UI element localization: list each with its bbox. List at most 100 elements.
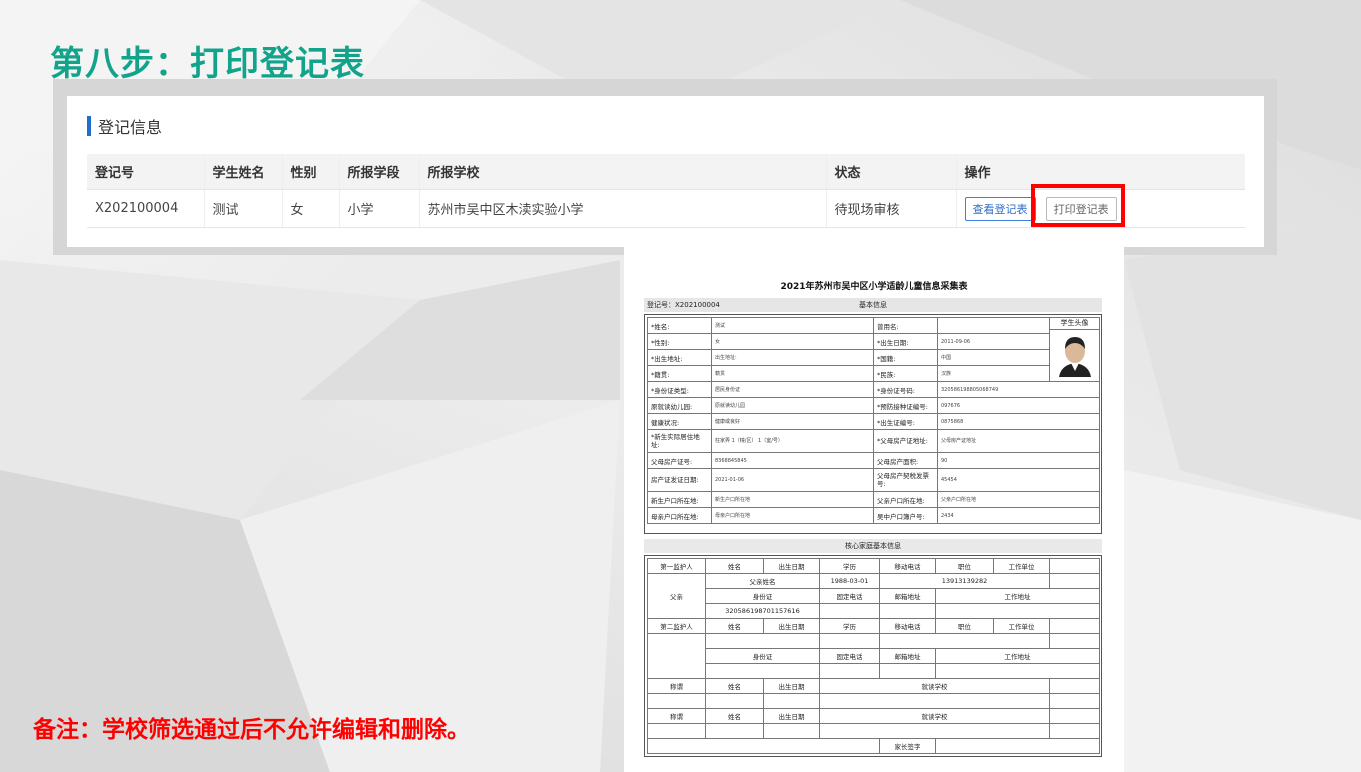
cell-stage: 小学 xyxy=(338,189,419,228)
form-title: 2021年苏州市吴中区小学适龄儿童信息采集表 xyxy=(780,282,968,292)
col-header-reg-no: 登记号 xyxy=(87,154,204,190)
value-nationality: 中国 xyxy=(937,349,1050,366)
label-id-type: *身份证类型: xyxy=(647,381,712,398)
g1-header-position: 职位 xyxy=(935,558,994,574)
cell-school: 苏州市吴中区木渎实验小学 xyxy=(418,189,826,228)
father-name: 父亲姓名 xyxy=(705,573,820,589)
value-mother-hukou: 母亲户口所在地 xyxy=(711,507,874,524)
value-kindergarten: 原就读幼儿园 xyxy=(711,397,874,414)
col-header-gender: 性别 xyxy=(281,154,339,190)
cell-reg-no: X202100004 xyxy=(87,189,204,228)
g2-header-birth: 出生日期 xyxy=(763,618,820,634)
value-gender: 女 xyxy=(711,333,874,350)
label-tax-invoice-no: 父母房产契税发票号: xyxy=(873,468,938,492)
col-header-status: 状态 xyxy=(825,154,956,190)
g1-header-guardian: 第一监护人 xyxy=(647,558,706,574)
guardian2-row-3 xyxy=(648,663,1100,679)
label-residence: *新生实际居住地址: xyxy=(647,429,712,453)
sibling1-header-row: 称谓 姓名 出生日期 就读学校 xyxy=(647,678,1100,694)
family-info-frame: 第一监护人 姓名 出生日期 学历 移动电话 职位 工作单位 父亲 父亲姓名 19… xyxy=(644,555,1102,757)
sib1-header-name: 姓名 xyxy=(705,678,764,694)
father-id: 320586198701157616 xyxy=(705,603,820,619)
father-row-2: 身份证 固定电话 邮箱地址 工作地址 xyxy=(648,588,1100,604)
label-vaccination-no: *预防接种证编号: xyxy=(873,397,938,414)
sibling1-row xyxy=(647,693,1100,709)
guardian1-header-row: 第一监护人 姓名 出生日期 学历 移动电话 职位 工作单位 xyxy=(647,558,1100,574)
value-former-name xyxy=(937,317,1050,334)
g1-header-blank xyxy=(1049,558,1100,574)
sib1-header-relation: 称谓 xyxy=(647,678,706,694)
father-label: 父亲 xyxy=(647,573,706,619)
father-row-3: 320586198701157616 xyxy=(648,603,1100,619)
family-info-bar: 核心家庭基本信息 xyxy=(644,539,1102,553)
father-row-1: 父亲 父亲姓名 1988-03-01 13913139282 xyxy=(647,573,1100,619)
value-birthplace: 出生地址: xyxy=(711,349,874,366)
label-name: *姓名: xyxy=(647,317,712,334)
signature-row: 家长签字 xyxy=(647,738,1100,754)
guardian2-row-2: 身份证 固定电话 邮箱地址 工作地址 xyxy=(648,648,1100,664)
g2-header-blank xyxy=(1049,618,1100,634)
father-sub-address: 工作地址 xyxy=(935,588,1100,604)
g2-header-guardian: 第二监护人 xyxy=(647,618,706,634)
sib2-header-school: 就读学校 xyxy=(819,708,1050,724)
basic-info-table: *姓名: 测试 曾用名: 学生头像 *性别: 女 *出生日期: 2011-09-… xyxy=(647,317,1100,524)
label-property-address: *父母房产证地址: xyxy=(873,429,938,453)
col-header-name: 学生姓名 xyxy=(203,154,282,190)
g1-header-mobile: 移动电话 xyxy=(879,558,936,574)
father-birth: 1988-03-01 xyxy=(819,573,880,589)
label-former-name: 曾用名: xyxy=(873,317,938,334)
photo-label: 学生头像 xyxy=(1050,319,1099,330)
g2-header-mobile: 移动电话 xyxy=(879,618,936,634)
g2-header-position: 职位 xyxy=(935,618,994,634)
label-nationality: *国籍: xyxy=(873,349,938,366)
value-father-hukou: 父亲户口所在地 xyxy=(937,491,1100,508)
footnote: 备注：学校筛选通过后不允许编辑和删除。 xyxy=(33,717,470,743)
value-student-hukou: 新生户口所在地 xyxy=(711,491,874,508)
printed-form: 2021年苏州市吴中区小学适龄儿童信息采集表 登记号：X202100004 基本… xyxy=(624,247,1124,772)
form-reg-no: 登记号：X202100004 xyxy=(647,301,720,309)
sib1-header-school: 就读学校 xyxy=(819,678,1050,694)
sib1-header-birth: 出生日期 xyxy=(763,678,820,694)
section-header: 登记信息 xyxy=(87,116,163,137)
father-sub-email: 邮箱地址 xyxy=(879,588,936,604)
sib2-header-relation: 称谓 xyxy=(647,708,706,724)
label-property-cert-no: 父母房产证号: xyxy=(647,452,712,469)
value-birthdate: 2011-09-06 xyxy=(937,333,1050,350)
family-info-table: 第一监护人 姓名 出生日期 学历 移动电话 职位 工作单位 父亲 父亲姓名 19… xyxy=(647,558,1100,754)
family-info-title: 核心家庭基本信息 xyxy=(845,542,901,550)
father-phone: 13913139282 xyxy=(879,573,1050,589)
label-property-area: 父母房产面积: xyxy=(873,452,938,469)
label-birthplace: *出生地址: xyxy=(647,349,712,366)
cell-gender: 女 xyxy=(281,189,339,228)
signature-label: 家长签字 xyxy=(879,738,936,754)
label-ethnicity: *民族: xyxy=(873,365,938,382)
value-id-type: 居民身份证 xyxy=(711,381,874,398)
value-ethnicity: 汉族 xyxy=(937,365,1050,382)
father-sub-id: 身份证 xyxy=(705,588,820,604)
value-vaccination-no: 097676 xyxy=(937,397,1100,414)
cell-name: 测试 xyxy=(203,189,282,228)
col-header-stage: 所报学段 xyxy=(338,154,419,190)
value-residence: 枉家弄 1（幢/区） 1（室/号） xyxy=(711,429,874,453)
label-mother-hukou: 母亲户口所在地: xyxy=(647,507,712,524)
g2-header-name: 姓名 xyxy=(705,618,764,634)
value-id-number: 320586198805068749 xyxy=(937,381,1100,398)
slide-title: 第八步：打印登记表 xyxy=(50,44,365,84)
g2-sub-id: 身份证 xyxy=(705,648,820,664)
label-kindergarten: 原就读幼儿园: xyxy=(647,397,712,414)
sibling2-header-row: 称谓 姓名 出生日期 就读学校 xyxy=(647,708,1100,724)
signature-field xyxy=(935,738,1100,754)
guardian2-label xyxy=(647,633,706,679)
view-form-button[interactable]: 查看登记表 xyxy=(964,196,1036,221)
label-student-hukou: 新生户口所在地: xyxy=(647,491,712,508)
father-blank xyxy=(1049,573,1100,589)
guardian2-header-row: 第二监护人 姓名 出生日期 学历 移动电话 职位 工作单位 xyxy=(647,618,1100,634)
g2-sub-address: 工作地址 xyxy=(935,648,1100,664)
sib2-header-name: 姓名 xyxy=(705,708,764,724)
photo-cell: 学生头像 xyxy=(1049,317,1100,382)
cell-status: 待现场审核 xyxy=(825,189,956,228)
basic-info-bar: 登记号：X202100004 基本信息 xyxy=(644,298,1102,312)
highlight-print-button xyxy=(1031,184,1125,227)
section-title: 登记信息 xyxy=(98,118,163,137)
basic-info-frame: *姓名: 测试 曾用名: 学生头像 *性别: 女 *出生日期: 2011-09-… xyxy=(644,314,1102,534)
